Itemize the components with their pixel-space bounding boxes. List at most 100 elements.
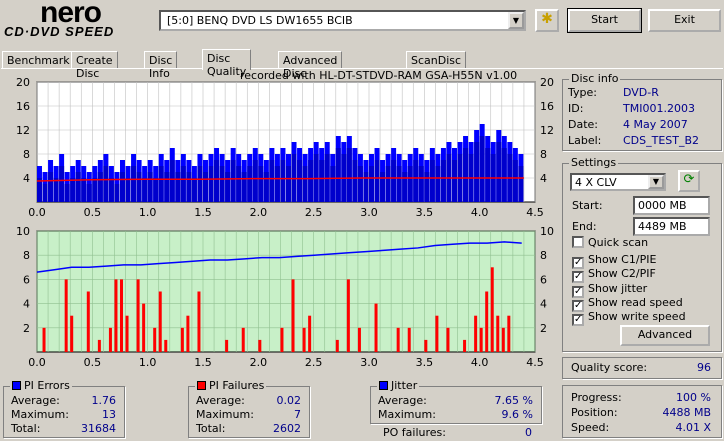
pif-bar [114,279,118,352]
x-tick-label: 3.5 [416,206,434,219]
pie-bar-base [474,142,480,202]
y-tick-label-right: 10 [540,225,554,238]
end-label: End: [572,220,597,233]
label-label: Label: [568,134,602,147]
pif-bar [86,291,90,352]
pie-bar-base [501,148,507,202]
pie-bar-base [164,172,170,202]
pie-bar-base [369,166,374,202]
start-input[interactable]: 0000 MB [633,196,710,215]
refresh-icon[interactable]: ⟳ [678,170,700,192]
y-tick-label-right: 6 [540,273,547,286]
pif-bar [407,327,411,352]
jitter-max-value: 9.6 % [501,408,533,421]
pie-bar-base [363,172,369,202]
pie-bar-base [147,172,153,202]
pif-max-label: Maximum: [196,408,254,421]
end-input[interactable]: 4489 MB [633,217,710,236]
x-tick-label: 3.0 [360,206,378,219]
x-tick-label: 3.0 [360,356,378,369]
pie-bar-base [191,178,197,202]
type-value: DVD-R [623,86,659,99]
pif-bar [186,315,190,352]
y-tick-label-right: 20 [540,76,554,89]
pif-bar [463,339,467,352]
pie-bar-base [42,184,48,202]
x-tick-label: 4.0 [471,206,489,219]
x-tick-label: 0.5 [84,356,102,369]
disc-info-group: Disc info Type: DVD-R ID: TMI001.2003 Da… [562,72,722,151]
pie-bar-base [97,172,103,202]
pie-bar-base [186,172,192,202]
pif-max-value: 7 [294,408,301,421]
pie-bar-base [131,166,137,202]
pie-bar-base [269,160,275,202]
x-tick-label: 2.0 [250,356,268,369]
start-button[interactable]: Start [567,8,642,33]
pie-bar-base [208,166,214,202]
advanced-button[interactable]: Advanced [620,325,710,346]
charts: 20 20 16 16 12 12 8 8 4 4 0.0 0.5 1.0 1.5 2.0 2.5 3.0 3.5… [16,76,554,369]
pie-bar-base [136,172,142,202]
pie-bar-base [108,178,114,202]
speed-select[interactable]: 4 X CLV ▼ [570,173,666,191]
pif-bar [291,279,295,352]
pif-bar [346,279,350,352]
pie-bar-base [391,160,397,202]
id-value: TMI001.2003 [623,102,695,115]
show-write-speed-label: Show write speed [588,310,686,323]
speed-value: 4 X CLV [575,176,617,189]
pif-bar [335,339,339,352]
pi-errors-title: PI Errors [10,379,72,392]
pie-bar-base [346,148,352,202]
x-tick-label: 2.5 [305,356,323,369]
pie-bar-base [280,160,286,202]
pie-bar-base [407,166,413,202]
pif-bar [479,327,483,352]
x-tick-label: 0.0 [28,206,46,219]
pie-bar-base [158,166,164,202]
pif-bar [507,315,511,352]
show-read-speed-label: Show read speed [588,296,683,309]
pie-avg-value: 1.76 [91,394,117,407]
pif-bar [164,339,168,352]
pie-bar-base [452,160,457,202]
pie-bar-base [75,172,81,202]
y-tick-label: 20 [16,76,30,89]
pie-bar-base [357,166,363,202]
pie-bar-base [86,184,92,202]
pif-total-label: Total: [196,422,226,435]
tab-disc-quality[interactable]: Disc Quality [202,49,252,78]
pif-bar [108,327,112,352]
show-jitter-label: Show jitter [588,282,648,295]
date-value: 4 May 2007 [623,118,688,131]
start-label: Start: [572,199,603,212]
pie-bar-base [125,178,131,202]
pie-bar-base [385,166,391,202]
pi-failures-title: PI Failures [195,379,267,392]
show-write-speed-checkbox[interactable]: ✓ Show write speed [572,310,686,326]
po-failures-value: 0 [525,426,532,439]
pie-bar-base [225,172,231,202]
pie-bar-base [263,172,269,202]
x-tick-label: 1.0 [139,206,157,219]
show-pif-checkbox[interactable]: ✓ Show C2/PIF [572,267,656,283]
po-failures-label: PO failures: [383,426,446,439]
pie-bar-base [330,166,336,202]
quick-scan-checkbox[interactable]: Quick scan [572,236,648,249]
pie-bar-base [418,166,424,202]
pie-bar-base [175,172,181,202]
y-tick-label-right: 4 [540,172,547,185]
pif-bar [142,303,146,352]
exit-button[interactable]: Exit [648,9,721,32]
y-tick-label: 16 [16,100,30,113]
chevron-down-icon[interactable]: ▼ [648,175,664,189]
pif-bar [357,327,361,352]
pie-bar-base [142,178,148,202]
pie-bar-base [203,172,208,202]
pie-bar-base [479,136,485,202]
quick-scan-label: Quick scan [588,236,649,249]
pif-bar [474,315,478,352]
x-tick-label: 2.5 [305,206,323,219]
pie-bar-base [518,166,524,202]
